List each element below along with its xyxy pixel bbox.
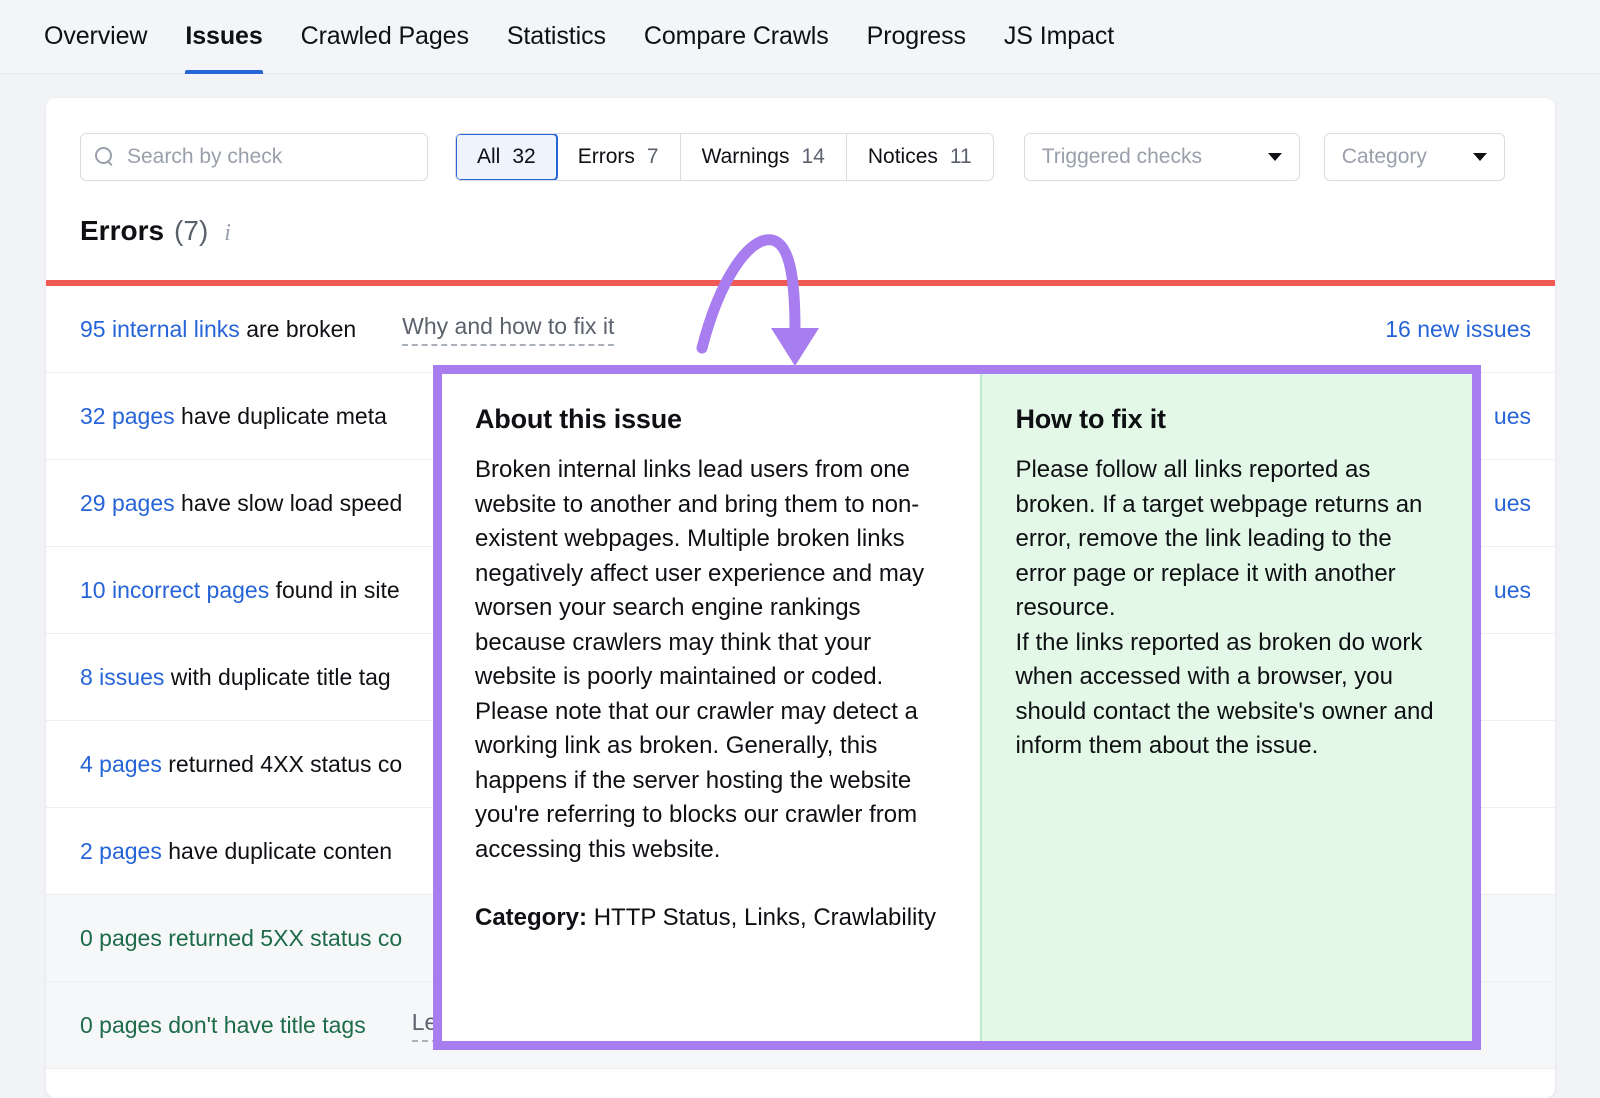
tab-statistics[interactable]: Statistics <box>488 0 625 74</box>
search-input[interactable] <box>127 145 413 169</box>
tab-js-impact[interactable]: JS Impact <box>985 0 1133 74</box>
filter-warnings-label: Warnings <box>702 145 790 169</box>
about-this-issue-title: About this issue <box>475 404 947 435</box>
issue-count-link[interactable]: 0 pages <box>80 1012 162 1038</box>
filter-errors[interactable]: Errors 7 <box>557 134 681 180</box>
filter-warnings[interactable]: Warnings 14 <box>681 134 847 180</box>
tab-progress[interactable]: Progress <box>848 0 985 74</box>
issue-label: 4 pages returned 4XX status co <box>80 751 402 778</box>
issue-rest: are broken <box>240 316 356 342</box>
filter-notices[interactable]: Notices 11 <box>847 134 993 180</box>
search-icon <box>95 147 115 167</box>
filter-errors-label: Errors <box>578 145 635 169</box>
category-field-value: HTTP Status, Links, Crawlability <box>587 904 936 931</box>
about-this-issue-panel: About this issue Broken internal links l… <box>442 374 980 1041</box>
issue-count-link[interactable]: 29 pages <box>80 490 175 516</box>
issue-rest: have slow load speed <box>175 490 403 516</box>
chevron-down-icon <box>1473 153 1487 161</box>
filter-notices-count: 11 <box>950 145 972 169</box>
filter-all-count: 32 <box>512 145 535 169</box>
filter-all-label: All <box>477 145 500 169</box>
filter-errors-count: 7 <box>647 145 659 169</box>
info-icon[interactable]: i <box>224 220 231 247</box>
new-issues-link[interactable]: 16 new issues <box>1385 316 1531 343</box>
new-issues-link[interactable]: ues <box>1494 577 1531 604</box>
issue-rest: don't have title tags <box>162 1012 366 1038</box>
main-tab-bar: Overview Issues Crawled Pages Statistics… <box>0 0 1600 74</box>
why-and-how-to-fix-it-link[interactable]: Why and how to fix it <box>402 313 614 346</box>
tab-crawled-pages[interactable]: Crawled Pages <box>282 0 488 74</box>
issue-rest: returned 5XX status co <box>162 925 402 951</box>
filter-all[interactable]: All 32 <box>455 133 558 181</box>
issue-detail-popup: About this issue Broken internal links l… <box>433 365 1481 1050</box>
new-issues-link[interactable]: ues <box>1494 403 1531 430</box>
issue-label: 95 internal links are broken <box>80 316 356 343</box>
issue-rest: with duplicate title tag <box>164 664 390 690</box>
filter-warnings-count: 14 <box>801 145 824 169</box>
how-to-fix-it-title: How to fix it <box>1015 404 1439 435</box>
issue-count-link[interactable]: 4 pages <box>80 751 162 777</box>
issue-count-link[interactable]: 0 pages <box>80 925 162 951</box>
filter-toolbar: All 32 Errors 7 Warnings 14 Notices 11 T… <box>80 133 1525 181</box>
issue-count-link[interactable]: 32 pages <box>80 403 175 429</box>
new-issues-link[interactable]: ues <box>1494 490 1531 517</box>
category-dropdown[interactable]: Category <box>1324 133 1505 181</box>
issue-label: 2 pages have duplicate conten <box>80 838 392 865</box>
severity-filter-group: All 32 Errors 7 Warnings 14 Notices 11 <box>455 133 994 181</box>
issue-label: 32 pages have duplicate meta <box>80 403 387 430</box>
errors-section-header: Errors (7) i <box>80 215 231 247</box>
issue-rest: have duplicate meta <box>175 403 387 429</box>
about-category: Category: HTTP Status, Links, Crawlabili… <box>475 901 947 936</box>
issue-label: 0 pages returned 5XX status co <box>80 925 402 952</box>
issue-label: 10 incorrect pages found in site <box>80 577 400 604</box>
chevron-down-icon <box>1268 153 1282 161</box>
triggered-checks-label: Triggered checks <box>1042 145 1202 169</box>
issue-count-link[interactable]: 8 issues <box>80 664 164 690</box>
how-to-fix-it-panel: How to fix it Please follow all links re… <box>980 374 1472 1041</box>
issue-label: 0 pages don't have title tags <box>80 1012 366 1039</box>
issue-count-link[interactable]: 95 internal links <box>80 316 240 342</box>
issue-row-broken-internal-links[interactable]: 95 internal links are broken Why and how… <box>46 286 1555 373</box>
issue-label: 29 pages have slow load speed <box>80 490 402 517</box>
issue-count-link[interactable]: 10 incorrect pages <box>80 577 269 603</box>
section-count: (7) <box>174 215 208 247</box>
tab-issues[interactable]: Issues <box>166 0 281 74</box>
issue-rest: found in site <box>269 577 399 603</box>
fix-paragraph-1: Please follow all links reported as brok… <box>1015 453 1439 626</box>
issue-count-link[interactable]: 2 pages <box>80 838 162 864</box>
issue-label: 8 issues with duplicate title tag <box>80 664 391 691</box>
triggered-checks-dropdown[interactable]: Triggered checks <box>1024 133 1300 181</box>
category-label: Category <box>1342 145 1427 169</box>
section-title: Errors <box>80 215 164 247</box>
tab-compare-crawls[interactable]: Compare Crawls <box>625 0 848 74</box>
issue-rest: have duplicate conten <box>162 838 392 864</box>
tab-overview[interactable]: Overview <box>44 0 166 74</box>
about-paragraph-1: Broken internal links lead users from on… <box>475 453 947 695</box>
category-field-label: Category: <box>475 904 587 931</box>
issue-rest: returned 4XX status co <box>162 751 402 777</box>
search-box[interactable] <box>80 133 428 181</box>
fix-paragraph-2: If the links reported as broken do work … <box>1015 626 1439 764</box>
filter-notices-label: Notices <box>868 145 938 169</box>
about-paragraph-2: Please note that our crawler may detect … <box>475 695 947 868</box>
